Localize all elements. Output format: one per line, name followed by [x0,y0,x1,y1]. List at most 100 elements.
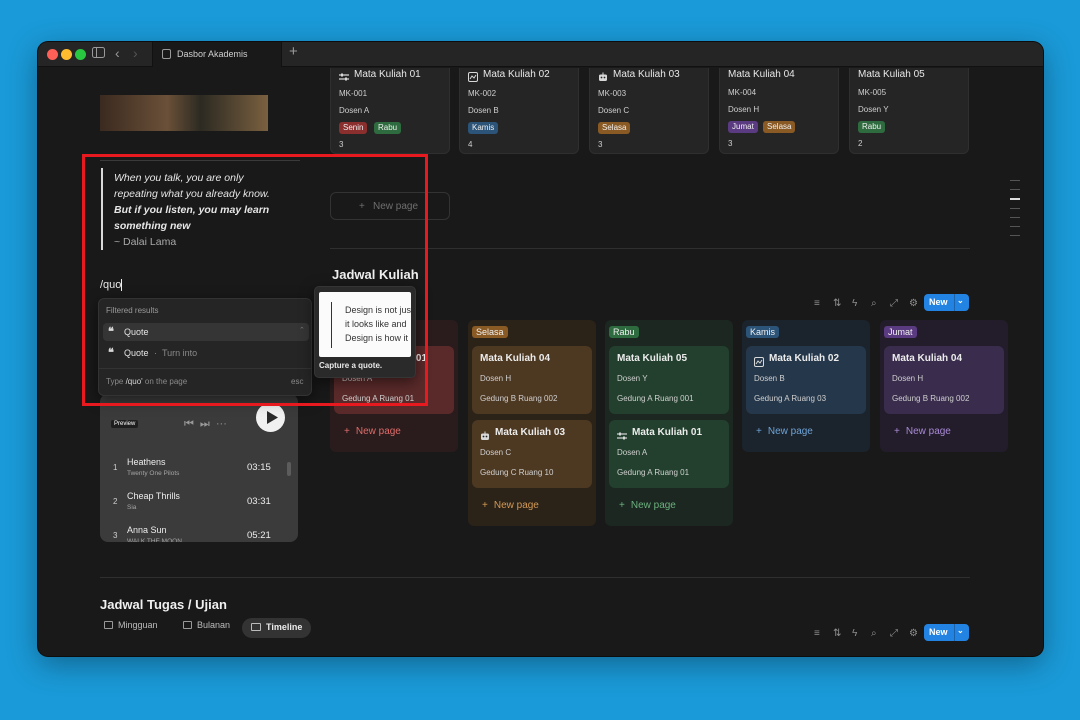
close-window-button[interactable] [47,49,58,60]
filter-icon[interactable]: ≡ [814,298,820,309]
track-artist: Sia [127,504,137,511]
automation-icon[interactable]: ϟ [852,298,857,309]
new-page-button-top[interactable]: + New page [330,192,450,220]
more-icon: ⌃ [299,327,305,334]
automation-icon[interactable]: ϟ [852,628,857,639]
expand-icon[interactable]: ⤢ [890,628,898,639]
course-card[interactable]: Mata Kuliah 01 MK-001 Dosen A Senin Rabu 3 [330,68,450,154]
course-count: 3 [728,139,733,148]
course-card[interactable]: Mata Kuliah 03 MK-003 Dosen C Selasa 3 [589,68,709,154]
course-title: Mata Kuliah 05 [858,69,925,80]
search-icon[interactable]: ⌕ [871,298,877,309]
card-lecturer: Dosen C [480,448,512,457]
course-title: Mata Kuliah 02 [483,69,550,80]
settings-icon[interactable]: ⚙ [909,628,918,639]
schedule-card[interactable]: Mata Kuliah 02 Dosen B Gedung A Ruang 03 [746,346,866,414]
column-tag[interactable]: Selasa [472,326,508,338]
preview-caption: Capture a quote. [319,361,383,370]
day-tag: Jumat [728,121,758,133]
menu-divider [99,368,311,369]
card-room: Gedung A Ruang 001 [617,394,694,403]
menu-item-label: Quote [124,348,149,358]
column-tag[interactable]: Rabu [609,326,639,338]
schedule-card[interactable]: Mata Kuliah 05 Dosen Y Gedung A Ruang 001 [609,346,729,414]
search-icon[interactable]: ⌕ [871,628,877,639]
sliders-icon [617,428,627,446]
sort-icon[interactable]: ⇅ [833,298,841,309]
course-card[interactable]: Mata Kuliah 04 MK-004 Dosen H Jumat Selasa 3 [719,68,839,154]
track-row[interactable]: 1 Heathens Twenty One Pilots 03:15 [100,454,286,484]
card-room: Gedung B Ruang 002 [892,394,970,403]
track-number: 1 [113,463,118,472]
new-page-button[interactable]: + New page [756,426,813,437]
new-button[interactable]: New ⌄ [924,624,969,641]
track-number: 3 [113,531,118,540]
track-artist: Twenty One Pilots [127,470,180,477]
sort-icon[interactable]: ⇅ [833,628,841,639]
schedule-card[interactable]: Mata Kuliah 03 Dosen C Gedung C Ruang 10 [472,420,592,488]
expand-icon[interactable]: ⤢ [890,298,898,309]
course-card[interactable]: Mata Kuliah 02 MK-002 Dosen B Kamis 4 [459,68,579,154]
view-tab-bulanan[interactable]: Bulanan [183,620,230,630]
new-page-button[interactable]: + New page [894,426,951,437]
track-artist: WALK THE MOON [127,538,182,542]
settings-icon[interactable]: ⚙ [909,298,918,309]
calendar-icon [104,621,113,629]
card-title: Mata Kuliah 05 [617,353,688,364]
chevron-down-icon[interactable]: ⌄ [957,296,964,305]
scrollbar[interactable] [287,462,291,476]
forward-icon[interactable]: › [133,45,138,61]
track-title: Anna Sun [127,525,167,535]
play-button[interactable] [256,403,285,432]
course-title: Mata Kuliah 03 [613,69,680,80]
schedule-card[interactable]: Mata Kuliah 01 Dosen A Gedung A Ruang 01 [609,420,729,488]
day-tag: Kamis [468,122,499,134]
column-tag[interactable]: Jumat [884,326,917,338]
track-row[interactable]: 3 Anna Sun WALK THE MOON 05:21 [100,522,286,542]
day-tag: Senin [339,122,368,134]
column-tag[interactable]: Kamis [746,326,780,338]
back-icon[interactable]: ‹ [115,45,120,61]
quote-bar [101,168,103,250]
schedule-card[interactable]: Mata Kuliah 04 Dosen H Gedung B Ruang 002 [472,346,592,414]
card-room: Gedung A Ruang 01 [617,468,690,477]
new-page-button[interactable]: + New page [619,500,676,511]
course-card[interactable]: Mata Kuliah 05 MK-005 Dosen Y Rabu 2 [849,68,969,154]
quote-block[interactable]: When you talk, you are only repeating wh… [114,170,289,250]
preview-image: Design is not jus it looks like and Desi… [319,292,411,357]
quote-line-4: something new [114,220,191,232]
menu-item-label: Quote [124,327,149,337]
chevron-down-icon[interactable]: ⌄ [957,626,964,635]
new-page-button[interactable]: + New page [482,500,539,511]
track-row[interactable]: 2 Cheap Thrills Sia 03:31 [100,488,286,518]
track-title: Cheap Thrills [127,491,180,501]
outline-nav[interactable] [1010,180,1020,236]
view-tab-timeline[interactable]: Timeline [242,618,312,638]
menu-item-quote-turn-into[interactable]: ❝ Quote · Turn into [103,344,309,362]
tab-dasbor-akademis[interactable]: Dasbor Akademis [152,42,282,67]
filter-icon[interactable]: ≡ [814,628,820,639]
view-tab-mingguan[interactable]: Mingguan [104,620,158,630]
menu-header: Filtered results [106,306,159,315]
track-number: 2 [113,497,118,506]
new-tab-button[interactable]: + [289,44,298,60]
zoom-window-button[interactable] [75,49,86,60]
playback-controls[interactable]: ⏮⏭⋯ [184,418,233,431]
card-room: Gedung A Ruang 01 [342,394,415,403]
minimize-window-button[interactable] [61,49,72,60]
block-preview-tooltip: Design is not jus it looks like and Desi… [314,286,416,378]
new-button[interactable]: New ⌄ [924,294,969,311]
kanban-column: Jumat Mata Kuliah 04 Dosen H Gedung B Ruang… [880,320,1008,452]
slash-command-input[interactable]: /quo [100,279,123,292]
course-code: MK-001 [339,89,368,98]
course-count: 2 [858,139,863,148]
kanban-column: Rabu Mata Kuliah 05 Dosen Y Gedung A Ruang … [605,320,733,526]
sidebar-toggle-icon[interactable] [92,46,105,62]
tasks-title: Jadwal Tugas / Ujian [100,597,227,612]
schedule-card[interactable]: Mata Kuliah 04 Dosen H Gedung B Ruang 002 [884,346,1004,414]
new-page-button[interactable]: + New page [344,426,401,437]
chart-icon [468,69,478,87]
course-lecturer: Dosen Y [858,105,889,114]
menu-item-quote[interactable]: ❝ Quote ⌃ [103,323,309,341]
quote-icon: ❝ [108,326,114,338]
